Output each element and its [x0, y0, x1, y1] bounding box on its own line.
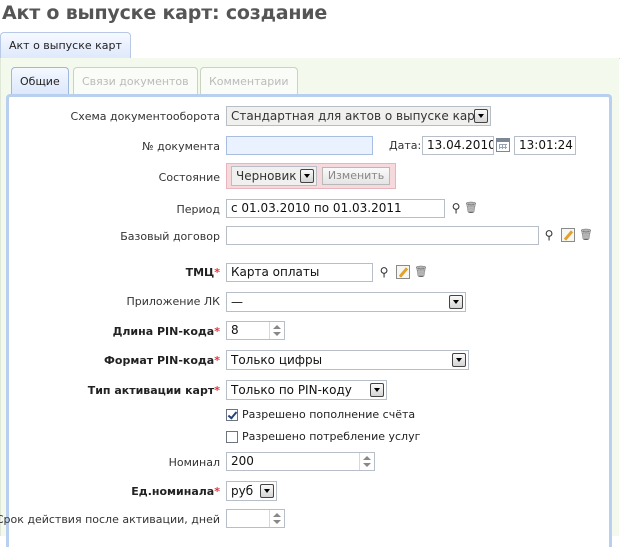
pin-length-stepper[interactable]: 8 — [226, 321, 285, 340]
binoculars-icon[interactable]: ⚲ — [377, 265, 391, 279]
state-label: Состояние — [158, 171, 220, 184]
nominal-stepper[interactable]: 200 — [226, 452, 375, 471]
chevron-down-icon[interactable] — [474, 109, 488, 123]
pin-format-select[interactable]: Только цифры — [226, 350, 469, 370]
trash-icon[interactable]: 🗑 — [414, 265, 428, 279]
required-marker: * — [214, 384, 220, 397]
required-marker: * — [214, 325, 220, 338]
edit-icon[interactable] — [396, 265, 410, 279]
time-input[interactable]: 13:01:24 — [514, 136, 576, 155]
tmc-label: ТМЦ* — [186, 266, 220, 279]
chevron-down-icon[interactable] — [370, 383, 384, 397]
lk-app-select[interactable]: — — [226, 292, 466, 312]
workflow-schema-value: Стандартная для актов о выпуске карт — [231, 109, 482, 123]
nominal-label: Номинал — [168, 456, 220, 469]
workflow-schema-select[interactable]: Стандартная для актов о выпуске карт — [226, 106, 491, 126]
activation-type-select[interactable]: Только по PIN-коду — [226, 380, 387, 400]
tab-act-card-issue[interactable]: Акт о выпуске карт — [0, 32, 131, 59]
trash-icon[interactable]: 🗑 — [579, 228, 593, 242]
allow-topup-label: Разрешено пополнение счёта — [242, 408, 416, 421]
required-marker: * — [214, 485, 220, 498]
allow-topup-checkbox[interactable] — [226, 409, 238, 421]
activation-type-label-text: Тип активации карт — [87, 384, 215, 397]
period-label: Период — [176, 203, 220, 216]
binoculars-icon[interactable]: ⚲ — [542, 228, 556, 242]
stepper-arrows-icon[interactable] — [359, 453, 374, 470]
tab-general[interactable]: Общие — [11, 67, 69, 96]
tab-comments[interactable]: Комментарии — [200, 67, 298, 95]
tmc-label-text: ТМЦ — [185, 266, 215, 279]
allow-consumption-checkbox[interactable] — [226, 431, 238, 443]
chevron-down-icon[interactable] — [300, 169, 314, 183]
pin-length-label-text: Длина PIN-кода — [112, 325, 215, 338]
period-input[interactable]: с 01.03.2010 по 01.03.2011 — [226, 199, 445, 218]
allow-consumption-label: Разрешено потребление услуг — [242, 430, 421, 443]
calendar-icon[interactable] — [496, 138, 510, 152]
page-title: Акт о выпуске карт: создание — [2, 2, 328, 24]
chevron-down-icon[interactable] — [449, 295, 463, 309]
tab-document-links[interactable]: Связи документов — [73, 67, 198, 95]
nominal-unit-select[interactable]: руб — [226, 481, 277, 501]
pin-format-label: Формат PIN-кода* — [104, 354, 220, 367]
state-select[interactable]: Черновик — [231, 166, 317, 186]
nominal-unit-label-text: Ед.номинала — [131, 485, 215, 498]
pin-length-label: Длина PIN-кода* — [113, 325, 220, 338]
stepper-arrows-icon[interactable] — [269, 510, 284, 527]
base-contract-label: Базовый договор — [120, 230, 220, 243]
outer-tab-bar: Акт о выпуске карт — [0, 30, 620, 59]
form-panel — [6, 94, 612, 547]
activation-type-label: Тип активации карт* — [88, 384, 220, 397]
doc-number-input[interactable] — [226, 136, 373, 155]
pin-length-value: 8 — [231, 323, 239, 337]
lk-app-label: Приложение ЛК — [126, 295, 220, 308]
chevron-down-icon[interactable] — [452, 353, 466, 367]
stepper-arrows-icon[interactable] — [269, 322, 284, 339]
required-marker: * — [214, 266, 220, 279]
base-contract-input[interactable] — [226, 226, 539, 245]
validity-days-label: Срок действия после активации, дней — [0, 513, 220, 526]
date-label: Дата: — [389, 139, 422, 152]
required-marker: * — [214, 354, 220, 367]
pin-format-value: Только цифры — [231, 353, 323, 367]
edit-icon[interactable] — [561, 228, 575, 242]
lk-app-value: — — [231, 295, 243, 309]
nominal-unit-value: руб — [231, 484, 254, 498]
chevron-down-icon[interactable] — [260, 484, 274, 498]
workflow-schema-label: Схема документооборота — [70, 110, 220, 123]
trash-icon[interactable]: 🗑 — [464, 201, 478, 215]
nominal-value: 200 — [231, 454, 254, 468]
validity-days-stepper[interactable] — [226, 509, 285, 528]
binoculars-icon[interactable]: ⚲ — [449, 201, 463, 215]
state-box: Черновик Изменить — [226, 163, 396, 189]
tmc-input[interactable]: Карта оплаты — [226, 263, 373, 282]
nominal-unit-label: Ед.номинала* — [131, 485, 220, 498]
doc-number-label: № документа — [142, 140, 220, 153]
date-input[interactable]: 13.04.2010 — [422, 136, 494, 155]
pin-format-label-text: Формат PIN-кода — [104, 354, 215, 367]
change-state-button[interactable]: Изменить — [322, 167, 390, 185]
state-value: Черновик — [236, 169, 297, 183]
activation-type-value: Только по PIN-коду — [231, 383, 352, 397]
